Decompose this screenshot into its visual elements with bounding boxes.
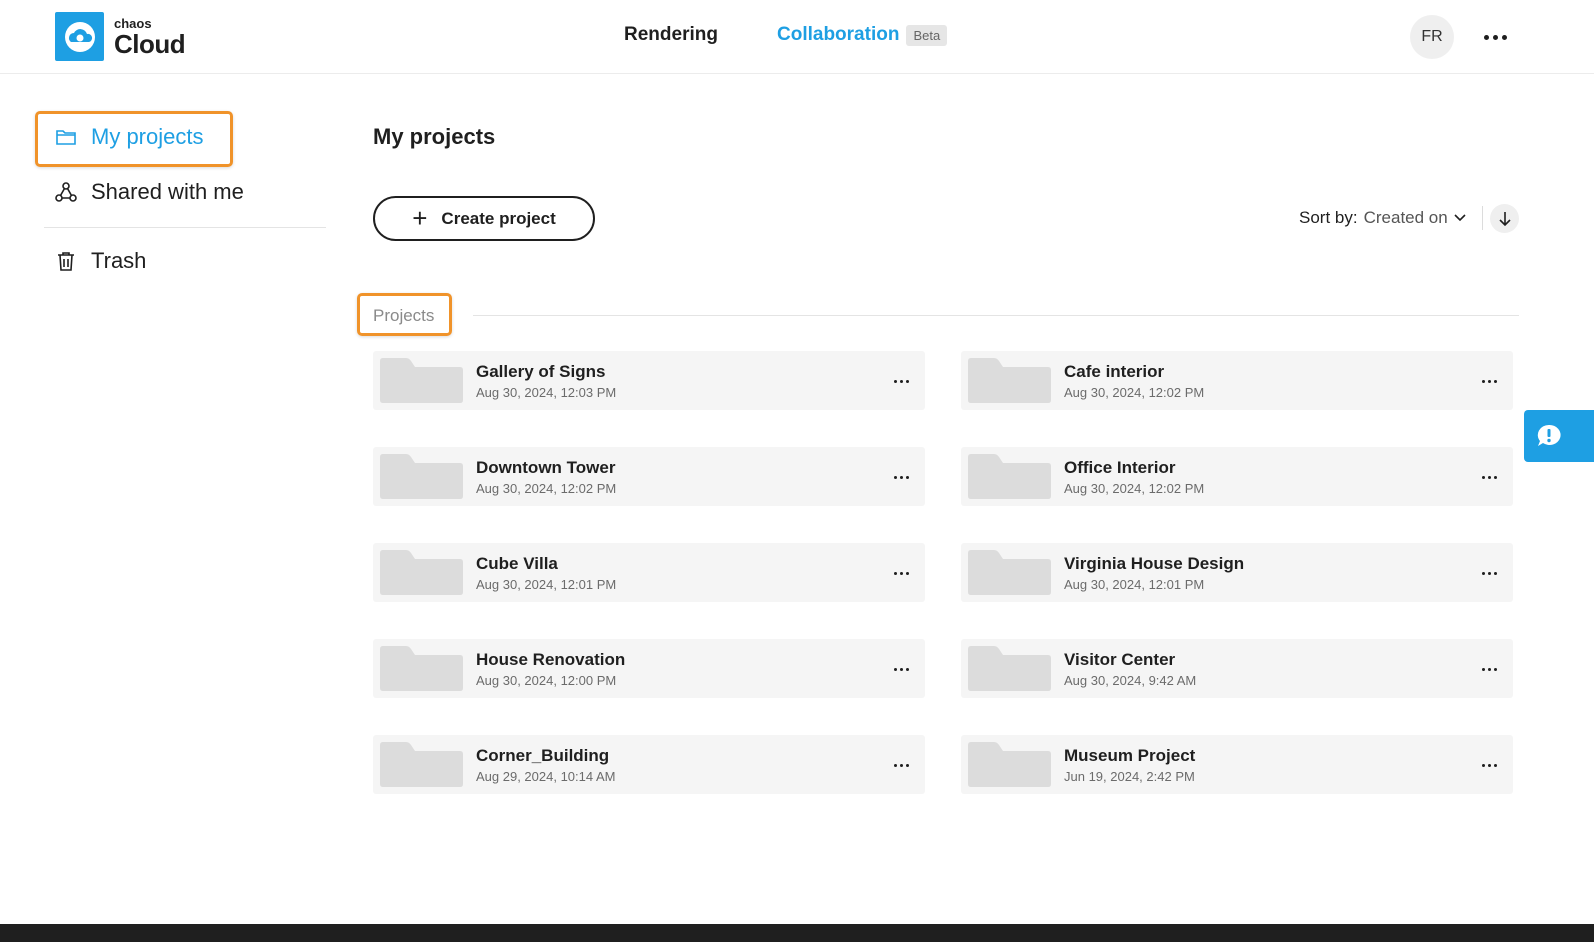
project-card[interactable]: Virginia House Design Aug 30, 2024, 12:01… bbox=[961, 543, 1513, 602]
project-date: Aug 29, 2024, 10:14 AM bbox=[476, 769, 616, 784]
create-project-label: Create project bbox=[441, 208, 556, 228]
folder-thumbnail-icon bbox=[380, 358, 463, 403]
top-header: chaos Cloud Rendering Collaboration Beta… bbox=[0, 0, 1594, 74]
folder-thumbnail-icon bbox=[968, 742, 1051, 787]
folder-thumbnail-icon bbox=[968, 550, 1051, 595]
project-date: Aug 30, 2024, 12:02 PM bbox=[1064, 481, 1205, 496]
project-more-options-icon[interactable] bbox=[887, 373, 915, 389]
project-date: Jun 19, 2024, 2:42 PM bbox=[1064, 769, 1195, 784]
trash-icon bbox=[58, 252, 74, 271]
sidebar-item-trash[interactable]: Trash bbox=[55, 248, 146, 274]
folder-thumbnail-icon bbox=[380, 646, 463, 691]
project-date: Aug 30, 2024, 12:00 PM bbox=[476, 673, 617, 688]
sort-label: Sort by: bbox=[1299, 208, 1358, 227]
logo-big-text: Cloud bbox=[114, 28, 186, 59]
project-name: House Renovation bbox=[476, 650, 626, 669]
project-date: Aug 30, 2024, 12:01 PM bbox=[1064, 577, 1205, 592]
highlight-projects-label bbox=[357, 293, 452, 336]
sort-value: Created on bbox=[1363, 208, 1448, 227]
project-more-options-icon[interactable] bbox=[1475, 565, 1503, 581]
project-name: Gallery of Signs bbox=[476, 362, 606, 381]
project-card[interactable]: Corner_Building Aug 29, 2024, 10:14 AM bbox=[373, 735, 925, 794]
more-options-icon[interactable] bbox=[1480, 26, 1510, 48]
project-more-options-icon[interactable] bbox=[1475, 661, 1503, 677]
project-more-options-icon[interactable] bbox=[887, 469, 915, 485]
cloud-logo-icon bbox=[55, 12, 104, 61]
project-date: Aug 30, 2024, 12:01 PM bbox=[476, 577, 617, 592]
project-more-options-icon[interactable] bbox=[1475, 373, 1503, 389]
project-date: Aug 30, 2024, 9:42 AM bbox=[1064, 673, 1197, 688]
logo-small-text: chaos bbox=[114, 15, 152, 31]
project-name: Visitor Center bbox=[1064, 650, 1176, 669]
project-card[interactable]: Gallery of Signs Aug 30, 2024, 12:03 PM bbox=[373, 351, 925, 410]
project-date: Aug 30, 2024, 12:02 PM bbox=[1064, 385, 1205, 400]
project-name: Museum Project bbox=[1064, 746, 1196, 765]
sidebar-divider bbox=[44, 227, 326, 228]
project-card[interactable]: Downtown Tower Aug 30, 2024, 12:02 PM bbox=[373, 447, 925, 506]
page-title: My projects bbox=[373, 124, 496, 149]
sort-direction-button[interactable] bbox=[1490, 204, 1519, 233]
project-card[interactable]: House Renovation Aug 30, 2024, 12:00 PM bbox=[373, 639, 925, 698]
project-name: Virginia House Design bbox=[1064, 554, 1245, 573]
project-name: Corner_Building bbox=[476, 746, 610, 765]
project-name: Cube Villa bbox=[476, 554, 558, 573]
sidebar-item-label: Shared with me bbox=[91, 179, 244, 204]
project-card[interactable]: Museum Project Jun 19, 2024, 2:42 PM bbox=[961, 735, 1513, 794]
bottom-bar bbox=[0, 924, 1594, 942]
sidebar-item-shared-with-me[interactable]: Shared with me bbox=[55, 179, 244, 205]
folder-thumbnail-icon bbox=[968, 454, 1051, 499]
highlight-my-projects bbox=[35, 111, 233, 167]
arrow-down-icon bbox=[1498, 211, 1511, 226]
feedback-button[interactable] bbox=[1524, 410, 1594, 462]
folder-thumbnail-icon bbox=[968, 646, 1051, 691]
chaos-cloud-logo[interactable]: chaos Cloud bbox=[55, 12, 186, 61]
folder-thumbnail-icon bbox=[380, 742, 463, 787]
project-name: Cafe interior bbox=[1064, 362, 1165, 381]
user-avatar[interactable]: FR bbox=[1410, 15, 1454, 59]
nav-rendering[interactable]: Rendering bbox=[624, 24, 718, 46]
sidebar-item-label: Trash bbox=[91, 248, 147, 273]
project-date: Aug 30, 2024, 12:02 PM bbox=[476, 481, 617, 496]
project-card[interactable]: Visitor Center Aug 30, 2024, 9:42 AM bbox=[961, 639, 1513, 698]
create-project-button[interactable]: + Create project bbox=[373, 196, 595, 241]
project-more-options-icon[interactable] bbox=[1475, 757, 1503, 773]
project-more-options-icon[interactable] bbox=[887, 757, 915, 773]
nav-collaboration[interactable]: Collaboration Beta bbox=[777, 24, 948, 46]
folder-thumbnail-icon bbox=[380, 550, 463, 595]
project-date: Aug 30, 2024, 12:03 PM bbox=[476, 385, 617, 400]
section-divider bbox=[473, 315, 1519, 316]
feedback-chat-icon bbox=[1537, 424, 1561, 446]
chevron-down-icon bbox=[1454, 214, 1466, 222]
project-more-options-icon[interactable] bbox=[887, 565, 915, 581]
project-name: Downtown Tower bbox=[476, 458, 616, 477]
project-more-options-icon[interactable] bbox=[1475, 469, 1503, 485]
sort-dropdown[interactable]: Sort by: Created on bbox=[1299, 208, 1466, 228]
folder-thumbnail-icon bbox=[380, 454, 463, 499]
project-card[interactable]: Office Interior Aug 30, 2024, 12:02 PM bbox=[961, 447, 1513, 506]
beta-badge: Beta bbox=[906, 24, 948, 46]
project-more-options-icon[interactable] bbox=[887, 661, 915, 677]
nav-collaboration-label: Collaboration bbox=[777, 24, 900, 45]
share-icon bbox=[55, 182, 77, 202]
plus-icon: + bbox=[412, 202, 428, 233]
sort-separator bbox=[1482, 206, 1483, 230]
project-card[interactable]: Cube Villa Aug 30, 2024, 12:01 PM bbox=[373, 543, 925, 602]
folder-thumbnail-icon bbox=[968, 358, 1051, 403]
project-name: Office Interior bbox=[1064, 458, 1176, 477]
project-card[interactable]: Cafe interior Aug 30, 2024, 12:02 PM bbox=[961, 351, 1513, 410]
